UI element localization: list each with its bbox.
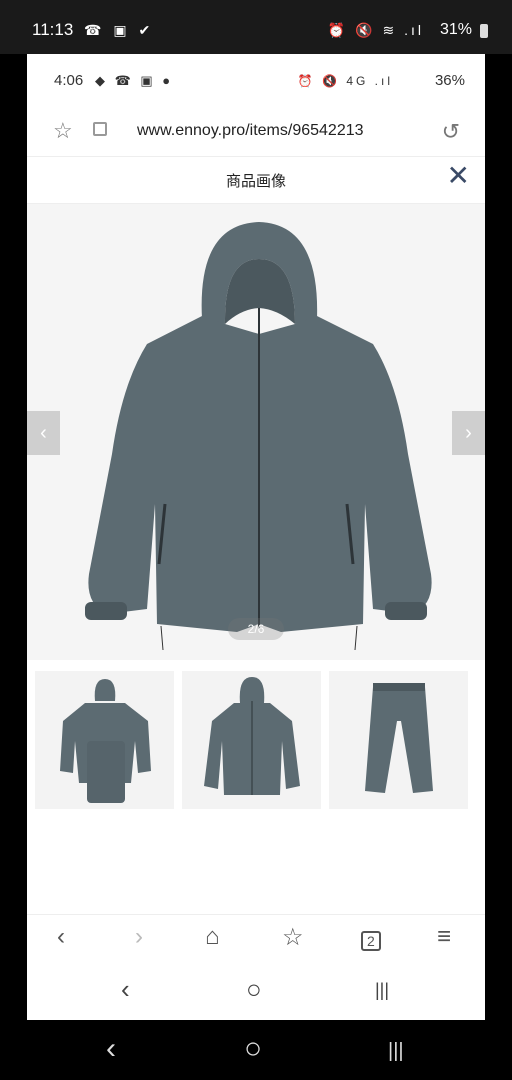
image-counter: 2/6 xyxy=(228,618,284,640)
inner-system-icons: ⏰ 🔇 4G .ıl xyxy=(297,74,393,88)
outer-system-icons: ⏰ 🔇 ≋ .ıl xyxy=(327,22,424,38)
system-recents-icon[interactable]: ||| xyxy=(375,980,389,1001)
home-icon[interactable]: ⌂ xyxy=(205,923,220,951)
thumbnail-pants[interactable] xyxy=(329,671,468,809)
device-home-icon[interactable]: ○ xyxy=(244,1032,262,1066)
outer-status-bar: 11:13 ☎ ▣ ✔ ⏰ 🔇 ≋ .ıl 31% xyxy=(0,0,512,54)
thumbnail-jacket-with-pants[interactable] xyxy=(35,671,174,809)
previous-image-button[interactable]: ‹ xyxy=(27,411,60,455)
thumbnail-jacket[interactable] xyxy=(182,671,321,809)
device-back-icon[interactable]: ‹ xyxy=(106,1032,116,1066)
bookmarks-icon[interactable]: ☆ xyxy=(282,923,304,952)
next-image-button[interactable]: › xyxy=(452,411,485,455)
system-home-icon[interactable]: ○ xyxy=(246,974,262,1005)
inner-battery-level: 36% xyxy=(434,72,465,89)
outer-notification-icons: ☎ ▣ ✔ xyxy=(84,22,155,38)
menu-icon[interactable]: ≡ xyxy=(437,923,451,951)
device-recents-icon[interactable]: ||| xyxy=(388,1040,404,1063)
system-back-icon[interactable]: ‹ xyxy=(121,974,130,1005)
tabs-icon[interactable]: 2 xyxy=(361,931,381,951)
thumbnail-strip xyxy=(35,671,477,811)
battery-icon xyxy=(480,24,488,38)
gallery-header: 商品画像 ✕ xyxy=(27,157,485,204)
inner-system-navigation: ‹ ○ ||| xyxy=(27,966,485,1020)
address-bar[interactable]: ☆ www.ennoy.pro/items/96542213 ↺ xyxy=(27,110,485,157)
url-text[interactable]: www.ennoy.pro/items/96542213 xyxy=(137,122,364,140)
close-icon[interactable]: ✕ xyxy=(447,162,470,190)
inner-clock: 4:06 xyxy=(54,72,84,89)
reload-icon[interactable]: ↺ xyxy=(442,119,460,145)
forward-icon[interactable]: › xyxy=(135,923,143,951)
lock-icon xyxy=(93,122,107,136)
outer-clock: 11:13 xyxy=(32,20,74,39)
outer-battery-level: 31% xyxy=(439,21,472,38)
inner-status-bar: 4:06 ◆ ☎ ▣ ● ⏰ 🔇 4G .ıl 36% xyxy=(27,54,485,110)
page-title: 商品画像 xyxy=(225,173,286,190)
product-image-viewer[interactable]: ‹ › 2/6 xyxy=(27,204,485,660)
outer-system-navigation: ‹ ○ ||| xyxy=(0,1020,512,1080)
jacket-image xyxy=(85,222,432,651)
bookmark-star-icon[interactable]: ☆ xyxy=(53,118,73,144)
inner-notification-icons: ◆ ☎ ▣ ● xyxy=(95,73,174,88)
browser-bottom-toolbar: ‹ › ⌂ ☆ 2 ≡ xyxy=(27,914,485,967)
phone-screenshot: 4:06 ◆ ☎ ▣ ● ⏰ 🔇 4G .ıl 36% ☆ www.ennoy.… xyxy=(27,54,485,1020)
back-icon[interactable]: ‹ xyxy=(57,923,65,951)
